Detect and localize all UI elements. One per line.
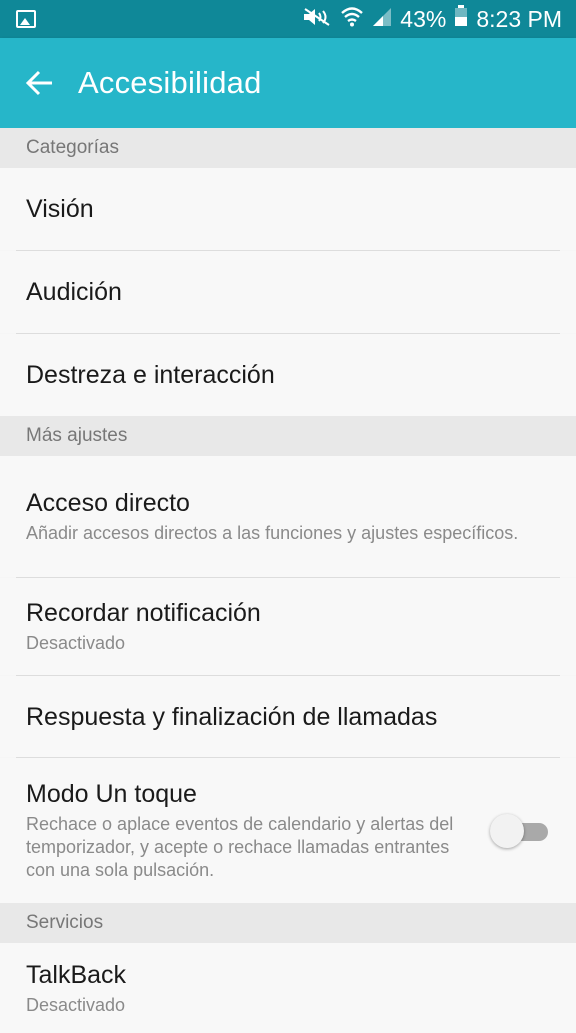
list-item-talkback[interactable]: TalkBack Desactivado <box>0 943 576 1033</box>
app-bar: Accesibilidad <box>0 38 576 128</box>
list-item-acceso-directo[interactable]: Acceso directo Añadir accesos directos a… <box>0 456 576 577</box>
list-item-title: Respuesta y finalización de llamadas <box>26 702 438 731</box>
modo-un-toque-toggle[interactable] <box>490 813 550 849</box>
list-item-respuesta-llamadas[interactable]: Respuesta y finalización de llamadas <box>0 676 576 757</box>
battery-percent: 43% <box>400 5 447 32</box>
list-item-summary: Desactivado <box>26 633 126 653</box>
toggle-thumb <box>490 813 524 848</box>
status-bar-left <box>16 10 302 28</box>
section-header-mas-ajustes: Más ajustes <box>0 416 576 456</box>
list-item-destreza[interactable]: Destreza e interacción <box>0 334 576 416</box>
list-item-title: Audición <box>26 278 122 306</box>
status-bar-right: 43% 8:23 PM <box>302 5 562 33</box>
list-item-title: Acceso directo <box>26 489 190 517</box>
list-item-summary: Añadir accesos directos a las funciones … <box>26 523 519 543</box>
list-item-title: TalkBack <box>26 960 127 989</box>
list-item-title: Recordar notificación <box>26 599 261 627</box>
list-item-summary: Rechace o aplace eventos de calendario y… <box>26 814 454 880</box>
back-button[interactable] <box>10 53 70 113</box>
mute-icon <box>302 6 332 33</box>
section-header-categorias: Categorías <box>0 128 576 168</box>
page-title: Accesibilidad <box>78 65 262 100</box>
arrow-back-icon <box>25 70 52 96</box>
settings-list: Categorías Visión Audición Destreza e in… <box>0 128 576 1033</box>
clock: 8:23 PM <box>476 5 562 32</box>
section-header-servicios: Servicios <box>0 903 576 943</box>
list-item-recordar-notificacion[interactable]: Recordar notificación Desactivado <box>0 578 576 675</box>
wifi-icon <box>340 5 364 33</box>
list-item-title: Destreza e interacción <box>26 361 275 389</box>
list-item-summary: Desactivado <box>26 994 126 1015</box>
image-icon <box>16 10 36 28</box>
status-bar: 43% 8:23 PM <box>0 0 576 38</box>
list-item-vision[interactable]: Visión <box>0 168 576 250</box>
list-item-audicion[interactable]: Audición <box>0 251 576 333</box>
signal-icon <box>372 6 392 33</box>
list-item-title: Modo Un toque <box>26 780 197 808</box>
list-item-title: Visión <box>26 195 94 223</box>
list-item-modo-un-toque[interactable]: Modo Un toque Rechace o aplace eventos d… <box>0 758 576 903</box>
battery-icon <box>454 5 468 33</box>
